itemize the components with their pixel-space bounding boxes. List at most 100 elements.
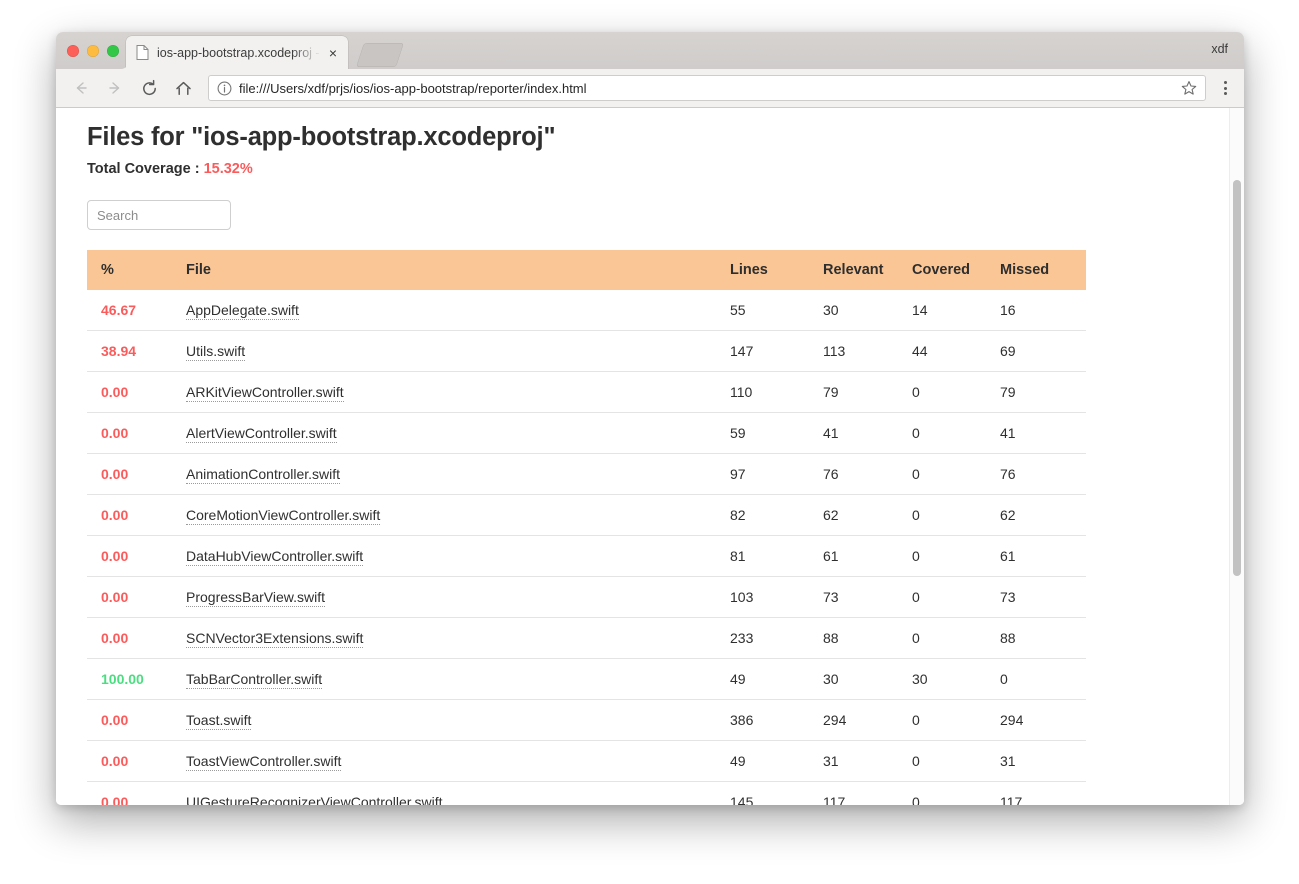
column-header-missed[interactable]: Missed <box>1000 250 1086 290</box>
cell-percent: 0.00 <box>87 536 181 577</box>
back-button[interactable] <box>67 74 95 102</box>
table-row: 38.94Utils.swift1471134469 <box>87 331 1086 372</box>
file-link[interactable]: CoreMotionViewController.swift <box>186 507 380 525</box>
cell-percent: 0.00 <box>87 577 181 618</box>
cell-covered: 0 <box>912 372 1000 413</box>
table-row: 0.00SCNVector3Extensions.swift23388088 <box>87 618 1086 659</box>
table-header: % File Lines Relevant Covered Missed <box>87 250 1086 290</box>
cell-relevant: 76 <box>823 454 912 495</box>
file-link[interactable]: AlertViewController.swift <box>186 425 337 443</box>
table-row: 0.00ToastViewController.swift4931031 <box>87 741 1086 782</box>
cell-file: AnimationController.swift <box>181 454 730 495</box>
table-row: 0.00CoreMotionViewController.swift826206… <box>87 495 1086 536</box>
coverage-report: Files for "ios-app-bootstrap.xcodeproj" … <box>56 108 1244 805</box>
column-header-covered[interactable]: Covered <box>912 250 1000 290</box>
cell-percent: 0.00 <box>87 700 181 741</box>
total-coverage: Total Coverage : 15.32% <box>87 161 1244 177</box>
file-link[interactable]: AnimationController.swift <box>186 466 340 484</box>
site-info-icon[interactable] <box>217 81 232 96</box>
cell-percent: 0.00 <box>87 413 181 454</box>
table-row: 0.00 UIGestureRecognizerViewController.sw… <box>87 782 1086 806</box>
scrollbar-thumb[interactable] <box>1233 180 1241 576</box>
cell-relevant: 79 <box>823 372 912 413</box>
browser-window: ios-app-bootstrap.xcodeproj - × xdf <box>56 32 1244 805</box>
tab-strip: ios-app-bootstrap.xcodeproj - × xdf <box>56 32 1244 69</box>
cell-percent: 100.00 <box>87 659 181 700</box>
tab-title: ios-app-bootstrap.xcodeproj - <box>157 46 322 60</box>
browser-toolbar: file:///Users/xdf/prjs/ios/ios-app-boots… <box>56 69 1244 108</box>
column-header-percent[interactable]: % <box>87 250 181 290</box>
cell-lines: 110 <box>730 372 823 413</box>
address-bar[interactable]: file:///Users/xdf/prjs/ios/ios-app-boots… <box>208 75 1206 101</box>
cell-lines: 147 <box>730 331 823 372</box>
cell-percent: 0.00 <box>87 495 181 536</box>
column-header-file[interactable]: File <box>181 250 730 290</box>
total-coverage-label: Total Coverage : <box>87 161 200 177</box>
close-tab-icon[interactable]: × <box>324 44 342 62</box>
cell-lines: 55 <box>730 290 823 331</box>
cell-covered: 0 <box>912 413 1000 454</box>
cell-covered: 0 <box>912 782 1000 806</box>
cell-file: ToastViewController.swift <box>181 741 730 782</box>
file-link[interactable]: SCNVector3Extensions.swift <box>186 630 363 648</box>
cell-missed: 0 <box>1000 659 1086 700</box>
window-controls <box>67 45 119 57</box>
new-tab-button[interactable] <box>356 43 404 67</box>
cell-lines: 103 <box>730 577 823 618</box>
cell-lines: 81 <box>730 536 823 577</box>
cell-relevant: 113 <box>823 331 912 372</box>
cell-relevant: 294 <box>823 700 912 741</box>
cell-covered: 30 <box>912 659 1000 700</box>
reload-button[interactable] <box>135 74 163 102</box>
page-icon <box>136 45 149 60</box>
table-body: 46.67AppDelegate.swift5530141638.94Utils… <box>87 290 1086 805</box>
bookmark-star-icon[interactable] <box>1181 80 1197 96</box>
table-row: 0.00Toast.swift3862940294 <box>87 700 1086 741</box>
column-header-relevant[interactable]: Relevant <box>823 250 912 290</box>
close-window-button[interactable] <box>67 45 79 57</box>
column-header-lines[interactable]: Lines <box>730 250 823 290</box>
cell-covered: 0 <box>912 577 1000 618</box>
file-link[interactable]: DataHubViewController.swift <box>186 548 363 566</box>
home-button[interactable] <box>169 74 197 102</box>
cell-relevant: 62 <box>823 495 912 536</box>
cell-percent: 0.00 <box>87 782 181 806</box>
cell-percent: 46.67 <box>87 290 181 331</box>
file-link[interactable]: UIGestureRecognizerViewController.swift <box>186 794 443 805</box>
cell-relevant: 41 <box>823 413 912 454</box>
table-row: 0.00DataHubViewController.swift8161061 <box>87 536 1086 577</box>
cell-relevant: 73 <box>823 577 912 618</box>
cell-lines: 233 <box>730 618 823 659</box>
browser-tab[interactable]: ios-app-bootstrap.xcodeproj - × <box>126 36 348 69</box>
cell-missed: 16 <box>1000 290 1086 331</box>
cell-percent: 38.94 <box>87 331 181 372</box>
table-row: 0.00ARKitViewController.swift11079079 <box>87 372 1086 413</box>
forward-button[interactable] <box>101 74 129 102</box>
cell-percent: 0.00 <box>87 372 181 413</box>
cell-lines: 386 <box>730 700 823 741</box>
screen: ios-app-bootstrap.xcodeproj - × xdf <box>0 0 1299 884</box>
cell-lines: 59 <box>730 413 823 454</box>
profile-name[interactable]: xdf <box>1211 42 1228 56</box>
cell-lines: 49 <box>730 741 823 782</box>
file-link[interactable]: TabBarController.swift <box>186 671 322 689</box>
file-link[interactable]: Utils.swift <box>186 343 245 361</box>
coverage-table: % File Lines Relevant Covered Missed 46.… <box>87 250 1086 805</box>
cell-relevant: 88 <box>823 618 912 659</box>
table-row: 100.00TabBarController.swift4930300 <box>87 659 1086 700</box>
file-link[interactable]: ARKitViewController.swift <box>186 384 344 402</box>
search-input[interactable] <box>87 200 231 230</box>
cell-file: Utils.swift <box>181 331 730 372</box>
file-link[interactable]: AppDelegate.swift <box>186 302 299 320</box>
menu-dot <box>1224 81 1227 84</box>
cell-covered: 0 <box>912 454 1000 495</box>
file-link[interactable]: Toast.swift <box>186 712 251 730</box>
browser-menu-button[interactable] <box>1214 75 1236 101</box>
file-link[interactable]: ProgressBarView.swift <box>186 589 325 607</box>
cell-missed: 79 <box>1000 372 1086 413</box>
cell-file: Toast.swift <box>181 700 730 741</box>
file-link[interactable]: ToastViewController.swift <box>186 753 341 771</box>
cell-lines: 97 <box>730 454 823 495</box>
minimize-window-button[interactable] <box>87 45 99 57</box>
page-scrollbar[interactable] <box>1229 108 1244 805</box>
